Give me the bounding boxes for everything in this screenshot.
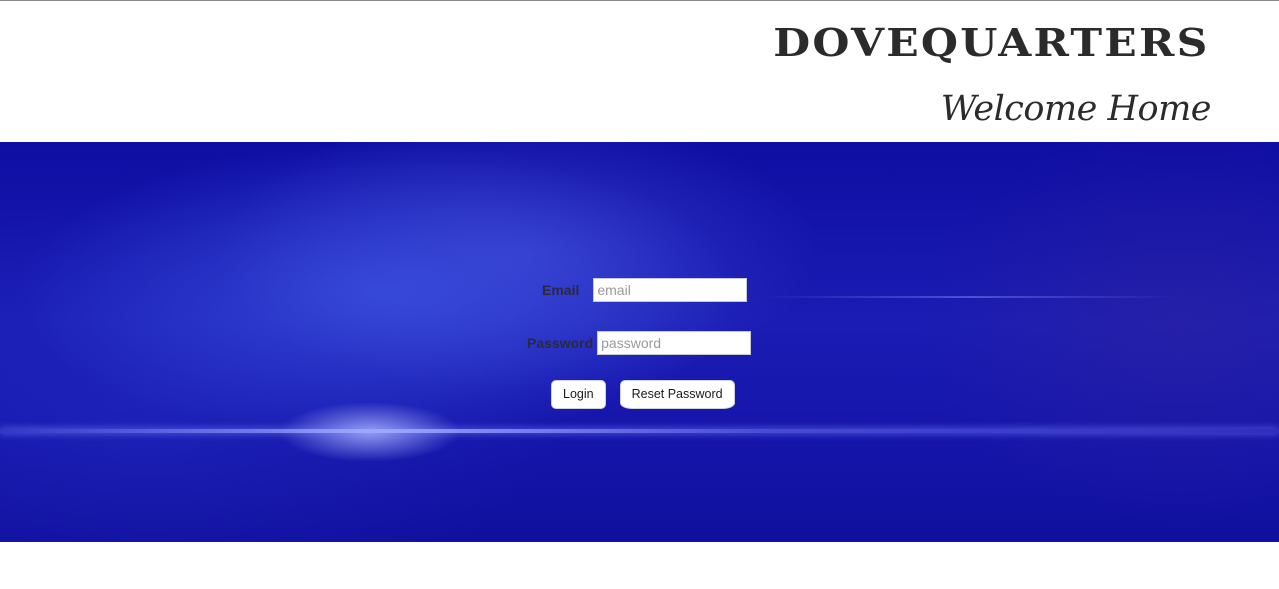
site-header: DOVEQUARTERS Welcome Home: [0, 1, 1279, 142]
login-page: DOVEQUARTERS Welcome Home Email Password…: [0, 0, 1279, 589]
tagline: Welcome Home: [940, 89, 1212, 129]
hero-banner: Email Password Login Reset Password: [0, 142, 1279, 542]
password-label: Password: [527, 335, 594, 351]
login-button[interactable]: Login: [551, 380, 606, 409]
login-form: Email Password Login Reset Password: [0, 142, 1279, 542]
password-row: Password: [527, 331, 752, 355]
reset-password-button[interactable]: Reset Password: [619, 380, 735, 409]
brand-logo-text: DOVEQUARTERS: [773, 20, 1210, 65]
password-input[interactable]: [597, 331, 752, 355]
email-label: Email: [542, 282, 580, 298]
form-actions: Login Reset Password: [551, 380, 735, 409]
email-row: Email: [542, 278, 748, 302]
email-input[interactable]: [593, 278, 748, 302]
